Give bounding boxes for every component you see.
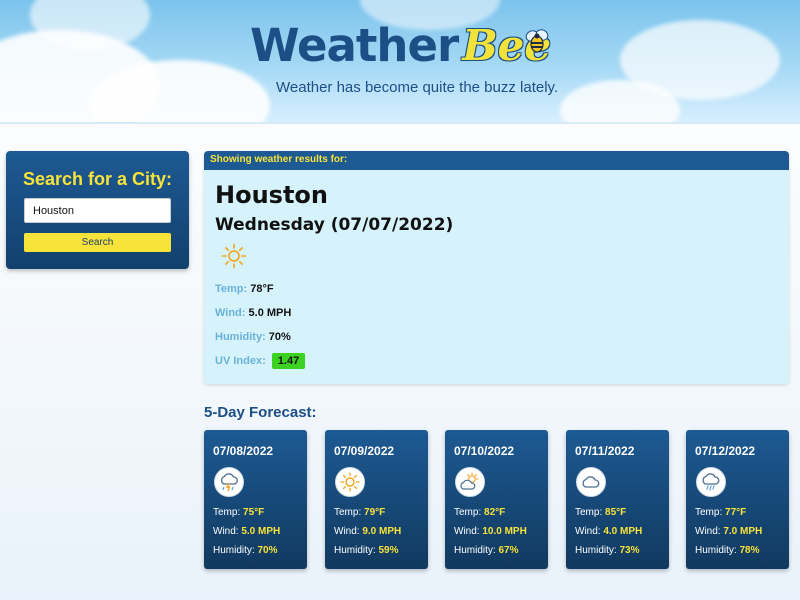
wind-label: Wind: [334, 526, 360, 537]
humidity-label: Humidity: [213, 545, 255, 556]
current-wind: Wind: 5.0 MPH [215, 307, 291, 319]
city-search-input[interactable] [24, 198, 171, 223]
header-banner: Weather Bee Weather has become quite the… [0, 0, 800, 124]
forecast-temp: Temp: 85°F [575, 507, 626, 518]
wind-value: 4.0 MPH [603, 526, 643, 537]
wind-label: Wind: [695, 526, 721, 537]
temp-label: Temp: [215, 283, 248, 295]
forecast-card: 07/10/2022 Temp: 82°F Wind: 10.0 MPH Hum… [445, 430, 548, 569]
bee-icon [525, 29, 549, 53]
current-date: Wednesday (07/07/2022) [215, 215, 454, 235]
temp-value: 77°F [725, 507, 747, 518]
temp-value: 75°F [243, 507, 265, 518]
cloud-icon [576, 467, 606, 497]
partly-cloudy-icon [455, 467, 485, 497]
current-weather-card: Showing weather results for: Houston Wed… [204, 151, 789, 384]
forecast-humidity: Humidity: 78% [695, 545, 759, 556]
search-title: Search for a City: [23, 169, 173, 189]
uv-index-badge: 1.47 [271, 353, 306, 369]
humidity-value: 59% [378, 545, 399, 556]
logo[interactable]: Weather Bee [250, 16, 551, 76]
rain-cloud-icon [696, 467, 726, 497]
search-button[interactable]: Search [24, 233, 171, 252]
temp-value: 82°F [484, 507, 506, 518]
forecast-wind: Wind: 10.0 MPH [454, 526, 527, 537]
results-header-label: Showing weather results for: [210, 154, 348, 165]
city-name: Houston [215, 181, 328, 209]
humidity-value: 70% [257, 545, 278, 556]
sun-icon [335, 467, 365, 497]
humidity-label: Humidity: [215, 331, 266, 343]
forecast-temp: Temp: 77°F [695, 507, 746, 518]
wind-value: 5.0 MPH [241, 526, 281, 537]
forecast-card: 07/08/2022 Temp: 75°F Wind: 5.0 MPH Humi… [204, 430, 307, 569]
sun-icon [221, 243, 247, 269]
logo-weather-text: Weather [250, 19, 459, 72]
forecast-humidity: Humidity: 70% [213, 545, 277, 556]
forecast-title: 5-Day Forecast: [204, 404, 317, 421]
forecast-card: 07/11/2022 Temp: 85°F Wind: 4.0 MPH Humi… [566, 430, 669, 569]
forecast-date: 07/08/2022 [213, 444, 274, 458]
forecast-wind: Wind: 5.0 MPH [213, 526, 280, 537]
humidity-value: 73% [619, 545, 640, 556]
forecast-date: 07/12/2022 [695, 444, 756, 458]
temp-label: Temp: [334, 507, 362, 518]
wind-label: Wind: [454, 526, 480, 537]
wind-value: 9.0 MPH [362, 526, 402, 537]
tagline: Weather has become quite the buzz lately… [276, 79, 559, 96]
humidity-label: Humidity: [695, 545, 737, 556]
temp-value: 78°F [250, 283, 274, 295]
forecast-card: 07/09/2022 Temp: 79°F Wind: 9.0 MPH Humi… [325, 430, 428, 569]
temp-value: 79°F [364, 507, 386, 518]
humidity-value: 78% [739, 545, 760, 556]
thunderstorm-icon [214, 467, 244, 497]
forecast-humidity: Humidity: 59% [334, 545, 398, 556]
temp-label: Temp: [575, 507, 603, 518]
forecast-date: 07/10/2022 [454, 444, 515, 458]
forecast-humidity: Humidity: 73% [575, 545, 639, 556]
humidity-value: 67% [498, 545, 519, 556]
wind-label: Wind: [575, 526, 601, 537]
humidity-label: Humidity: [575, 545, 617, 556]
forecast-wind: Wind: 9.0 MPH [334, 526, 401, 537]
forecast-wind: Wind: 7.0 MPH [695, 526, 762, 537]
forecast-date: 07/09/2022 [334, 444, 395, 458]
wind-label: Wind: [215, 307, 246, 319]
humidity-label: Humidity: [454, 545, 496, 556]
results-header: Showing weather results for: [204, 151, 789, 170]
forecast-wind: Wind: 4.0 MPH [575, 526, 642, 537]
temp-label: Temp: [695, 507, 723, 518]
forecast-temp: Temp: 82°F [454, 507, 505, 518]
temp-value: 85°F [605, 507, 627, 518]
current-uv: UV Index: 1.47 [215, 353, 306, 369]
forecast-card: 07/12/2022 Temp: 77°F Wind: 7.0 MPH Humi… [686, 430, 789, 569]
forecast-temp: Temp: 79°F [334, 507, 385, 518]
wind-value: 7.0 MPH [723, 526, 763, 537]
uv-label: UV Index: [215, 355, 266, 367]
search-panel: Search for a City: Search [6, 151, 189, 269]
forecast-date: 07/11/2022 [575, 444, 635, 458]
temp-label: Temp: [454, 507, 482, 518]
current-humidity: Humidity: 70% [215, 331, 291, 343]
forecast-humidity: Humidity: 67% [454, 545, 518, 556]
humidity-value: 70% [268, 331, 291, 343]
wind-value: 10.0 MPH [482, 526, 527, 537]
humidity-label: Humidity: [334, 545, 376, 556]
forecast-temp: Temp: 75°F [213, 507, 264, 518]
temp-label: Temp: [213, 507, 241, 518]
current-temp: Temp: 78°F [215, 283, 274, 295]
wind-value: 5.0 MPH [248, 307, 292, 319]
wind-label: Wind: [213, 526, 239, 537]
